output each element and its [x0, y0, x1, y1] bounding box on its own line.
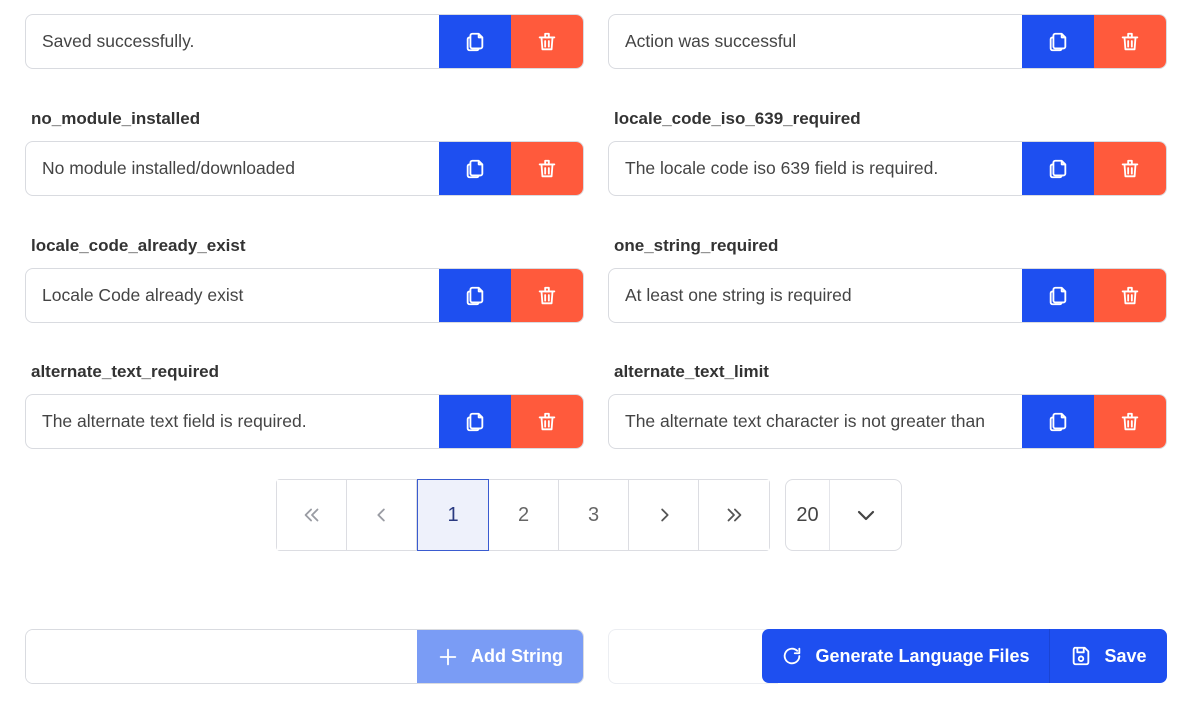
string-field	[608, 394, 1167, 449]
string-item: alternate_text_required	[25, 362, 584, 450]
trash-icon	[538, 412, 556, 430]
plus-icon	[439, 648, 457, 665]
string-key: alternate_text_limit	[614, 362, 769, 381]
string-value-input[interactable]	[26, 395, 439, 448]
add-string-group: Add String	[25, 629, 584, 684]
string-value-input[interactable]	[609, 269, 1022, 322]
page-button-1[interactable]: 1	[417, 479, 489, 551]
copy-icon	[1049, 32, 1067, 51]
copy-button[interactable]	[1022, 269, 1094, 322]
dropdown-toggle[interactable]	[830, 503, 901, 527]
save-label: Save	[1104, 645, 1147, 666]
double-chevron-right-icon	[727, 508, 742, 522]
trash-icon	[1121, 286, 1139, 304]
string-value-input[interactable]	[26, 15, 439, 68]
string-row: no_module_installed locale_code_iso_639_…	[25, 109, 1167, 197]
string-value-input[interactable]	[609, 142, 1022, 195]
string-value-input[interactable]	[609, 395, 1022, 448]
per-page-value: 20	[786, 480, 830, 550]
string-field	[608, 14, 1167, 69]
chevron-left-icon	[376, 508, 385, 522]
string-field	[608, 268, 1167, 323]
string-key: alternate_text_required	[31, 362, 220, 381]
copy-button[interactable]	[439, 15, 511, 68]
last-page-button[interactable]	[699, 480, 769, 550]
string-field	[608, 141, 1167, 196]
trash-icon	[538, 286, 556, 304]
per-page-select[interactable]: 20	[785, 479, 902, 551]
actions-group: Generate Language Files Save	[762, 629, 1167, 683]
string-value-input[interactable]	[26, 269, 439, 322]
string-row: locale_code_already_exist one_string_req…	[25, 236, 1167, 324]
chevron-down-icon	[857, 510, 874, 521]
string-item: locale_code_iso_639_required	[608, 109, 1167, 197]
add-string-button[interactable]: Add String	[417, 630, 583, 683]
string-value-input[interactable]	[609, 15, 1022, 68]
save-icon	[1073, 646, 1090, 666]
string-key: one_string_required	[614, 236, 779, 255]
string-item	[25, 14, 584, 70]
copy-button[interactable]	[1022, 15, 1094, 68]
copy-button[interactable]	[439, 395, 511, 448]
first-page-button[interactable]	[277, 480, 347, 550]
string-item: one_string_required	[608, 236, 1167, 324]
page-button-3[interactable]: 3	[559, 480, 629, 550]
copy-icon	[1049, 412, 1067, 431]
string-item	[608, 14, 1167, 70]
delete-button[interactable]	[511, 269, 583, 322]
trash-icon	[1121, 32, 1139, 50]
chevron-right-icon	[660, 508, 669, 522]
string-field	[25, 141, 584, 196]
trash-icon	[1121, 159, 1139, 177]
string-row: alternate_text_required alternate_text_l…	[25, 362, 1167, 450]
string-field	[25, 14, 584, 69]
save-button[interactable]: Save	[1050, 629, 1167, 683]
page-button-2[interactable]: 2	[489, 480, 559, 550]
string-field	[25, 394, 584, 449]
delete-button[interactable]	[511, 395, 583, 448]
next-page-button[interactable]	[629, 480, 699, 550]
copy-icon	[466, 412, 484, 431]
copy-icon	[466, 32, 484, 51]
string-item: alternate_text_limit	[608, 362, 1167, 450]
delete-button[interactable]	[1094, 269, 1166, 322]
copy-button[interactable]	[439, 142, 511, 195]
string-field	[25, 268, 584, 323]
copy-button[interactable]	[1022, 142, 1094, 195]
delete-button[interactable]	[1094, 15, 1166, 68]
copy-icon	[466, 159, 484, 178]
pagination: 1 2 3	[276, 479, 770, 551]
generate-language-files-button[interactable]: Generate Language Files	[762, 629, 1050, 683]
trash-icon	[538, 32, 556, 50]
delete-button[interactable]	[1094, 142, 1166, 195]
string-key: locale_code_iso_639_required	[614, 109, 861, 128]
copy-button[interactable]	[1022, 395, 1094, 448]
double-chevron-left-icon	[304, 508, 318, 522]
trash-icon	[1121, 412, 1139, 430]
new-string-input[interactable]	[26, 630, 417, 683]
string-item: locale_code_already_exist	[25, 236, 584, 324]
string-key: locale_code_already_exist	[31, 236, 246, 255]
add-string-label: Add String	[471, 646, 563, 666]
string-value-input[interactable]	[26, 142, 439, 195]
delete-button[interactable]	[1094, 395, 1166, 448]
delete-button[interactable]	[511, 15, 583, 68]
copy-icon	[1049, 159, 1067, 178]
spacer-box	[608, 629, 778, 684]
string-row	[25, 14, 1167, 70]
copy-icon	[1049, 286, 1067, 305]
refresh-icon	[784, 647, 801, 665]
copy-button[interactable]	[439, 269, 511, 322]
string-key: no_module_installed	[31, 109, 201, 128]
copy-icon	[466, 286, 484, 305]
generate-label: Generate Language Files	[815, 645, 1030, 666]
prev-page-button[interactable]	[347, 480, 417, 550]
string-item: no_module_installed	[25, 109, 584, 197]
trash-icon	[538, 159, 556, 177]
delete-button[interactable]	[511, 142, 583, 195]
